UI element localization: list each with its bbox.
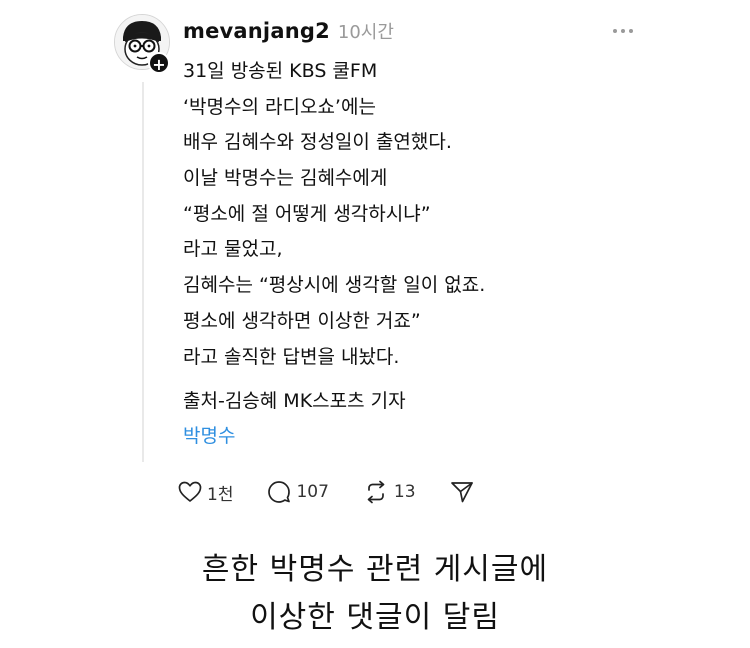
post-text-line: 라고 물었고,: [183, 238, 283, 261]
more-options-button[interactable]: [606, 14, 640, 48]
reply-count: 107: [296, 482, 329, 502]
post-body: 31일 방송된 KBS 쿨FM ‘박명수의 라디오쇼’에는 배우 김혜수와 정성…: [183, 54, 603, 375]
send-icon: [450, 482, 473, 503]
caption-line: 흔한 박명수 관련 게시글에: [201, 552, 549, 587]
more-dot-icon: [613, 29, 617, 33]
like-count: 1천: [207, 484, 234, 505]
post-text-line: 이날 박명수는 김혜수에게: [183, 167, 388, 190]
repost-icon: [367, 480, 385, 504]
reply-button[interactable]: 107: [267, 480, 329, 504]
post-header: mevanjang2 10시간: [183, 14, 394, 48]
post-text-line: 평소에 생각하면 이상한 거죠”: [183, 309, 421, 332]
share-button[interactable]: [450, 481, 474, 503]
follow-plus-icon[interactable]: +: [148, 52, 170, 74]
post-text-line: 배우 김혜수와 정성일이 출연했다.: [183, 131, 452, 154]
heart-icon: [178, 481, 202, 502]
username[interactable]: mevanjang2: [183, 19, 330, 43]
post-avatar-wrap[interactable]: +: [114, 14, 170, 74]
post-actions: 1천 107 13: [178, 476, 508, 508]
hashtag-link[interactable]: 박명수: [183, 420, 235, 452]
thread-line: [142, 82, 144, 462]
post-text-line: 31일 방송된 KBS 쿨FM: [183, 60, 378, 82]
comment-icon: [268, 481, 291, 503]
post-text-line: “평소에 절 어떻게 생각하시냐”: [183, 202, 431, 225]
more-dot-icon: [629, 29, 633, 33]
image-caption: 흔한 박명수 관련 게시글에 이상한 댓글이 달림: [0, 546, 750, 642]
more-dot-icon: [621, 29, 625, 33]
repost-button[interactable]: 13: [363, 480, 416, 504]
caption-line: 이상한 댓글이 달림: [250, 600, 500, 635]
timestamp: 10시간: [337, 22, 394, 43]
post-text-line: ‘박명수의 라디오쇼’에는: [183, 95, 376, 118]
post-text-line: 라고 솔직한 답변을 내놨다.: [183, 345, 400, 368]
post-text-line: 김혜수는 “평상시에 생각할 일이 없죠.: [183, 274, 486, 297]
like-button[interactable]: 1천: [178, 480, 233, 505]
post-source: 출처-김승혜 MK스포츠 기자: [183, 390, 406, 412]
repost-count: 13: [393, 482, 416, 502]
